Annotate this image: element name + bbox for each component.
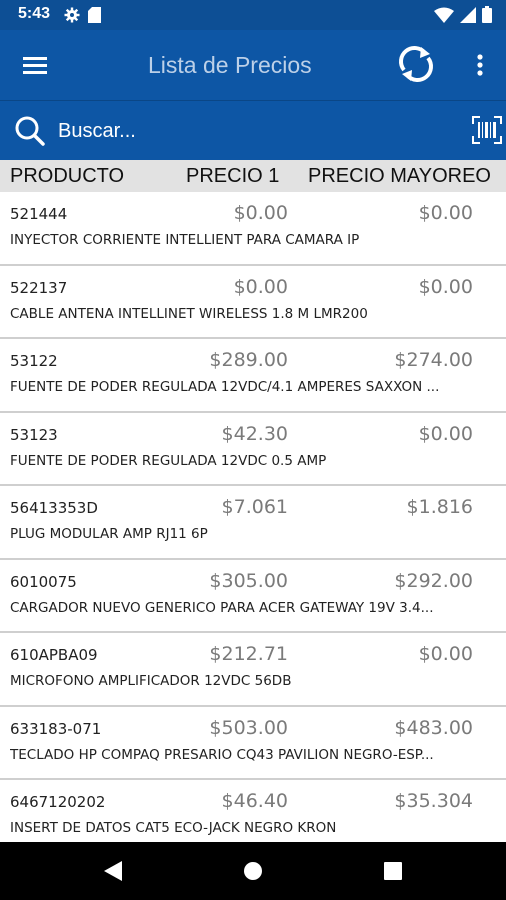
overflow-menu-icon: [477, 54, 483, 76]
search-input[interactable]: [58, 115, 448, 147]
product-code: 56413353D: [10, 499, 98, 517]
sync-button[interactable]: [396, 44, 436, 84]
product-list[interactable]: 521444 $0.00 $0.00 INYECTOR CORRIENTE IN…: [0, 192, 506, 842]
product-description: FUENTE DE PODER REGULADA 12VDC/4.1 AMPER…: [10, 379, 440, 395]
product-description: CARGADOR NUEVO GENERICO PARA ACER GATEWA…: [10, 599, 434, 616]
search-icon: [15, 116, 45, 146]
price1-value: $289.00: [209, 349, 288, 371]
overflow-menu-button[interactable]: [468, 50, 492, 80]
menu-button[interactable]: [20, 50, 50, 80]
product-row[interactable]: 521444 $0.00 $0.00 INYECTOR CORRIENTE IN…: [0, 192, 506, 266]
product-description: FUENTE DE PODER REGULADA 12VDC 0.5 AMP: [10, 452, 327, 469]
price1-value: $212.71: [209, 643, 288, 665]
wholesale-price-value: $0.00: [418, 275, 473, 298]
price1-value: $42.30: [221, 422, 288, 445]
barcode-scan-button[interactable]: [472, 116, 502, 144]
product-code: 521444: [10, 205, 68, 223]
search-bar: [0, 100, 506, 160]
product-code: 53123: [10, 425, 58, 444]
menu-icon: [23, 57, 47, 74]
system-nav-bar: [0, 842, 506, 900]
sync-icon: [399, 46, 433, 82]
recent-apps-button[interactable]: [380, 858, 406, 884]
price1-value: $0.00: [233, 202, 288, 224]
barcode-scan-icon: [472, 116, 502, 144]
column-header-wholesale: PRECIO MAYOREO: [308, 165, 491, 187]
price1-value: $46.40: [221, 790, 288, 812]
recent-apps-icon: [384, 862, 402, 880]
price1-value: $305.00: [209, 569, 288, 592]
price1-value: $503.00: [209, 716, 288, 739]
wholesale-price-value: $0.00: [418, 643, 473, 665]
product-code: 53122: [10, 352, 58, 370]
back-icon: [104, 861, 122, 881]
wholesale-price-value: $292.00: [394, 569, 473, 592]
product-code: 522137: [10, 278, 68, 297]
product-description: PLUG MODULAR AMP RJ11 6P: [10, 526, 208, 542]
wholesale-price-value: $483.00: [394, 716, 473, 739]
product-code: 6010075: [10, 572, 77, 591]
price1-value: $0.00: [233, 275, 288, 298]
product-row[interactable]: 522137 $0.00 $0.00 CABLE ANTENA INTELLIN…: [0, 266, 506, 339]
home-button[interactable]: [240, 858, 266, 884]
status-bar: 5:43: [0, 0, 506, 30]
app-bar: Lista de Precios: [0, 30, 506, 100]
product-row[interactable]: 610APBA09 $212.71 $0.00 MICROFONO AMPLIF…: [0, 633, 506, 707]
product-row[interactable]: 633183-071 $503.00 $483.00 TECLADO HP CO…: [0, 707, 506, 780]
product-code: 610APBA09: [10, 646, 98, 664]
wifi-icon: [434, 7, 454, 23]
sd-card-icon: [88, 7, 101, 23]
gear-icon: [64, 7, 80, 23]
wholesale-price-value: $35.304: [394, 790, 473, 812]
wholesale-price-value: $0.00: [418, 202, 473, 224]
product-code: 6467120202: [10, 793, 106, 811]
product-description: MICROFONO AMPLIFICADOR 12VDC 56DB: [10, 673, 292, 689]
product-row[interactable]: 6010075 $305.00 $292.00 CARGADOR NUEVO G…: [0, 560, 506, 633]
column-header-price1: PRECIO 1: [186, 165, 280, 187]
product-row[interactable]: 6467120202 $46.40 $35.304 INSERT DE DATO…: [0, 780, 506, 842]
status-left-icons: [64, 7, 101, 23]
price1-value: $7.061: [221, 496, 288, 518]
table-header: PRODUCTO PRECIO 1 PRECIO MAYOREO: [0, 160, 506, 192]
product-description: INSERT DE DATOS CAT5 ECO-JACK NEGRO KRON: [10, 820, 337, 836]
home-icon: [244, 862, 262, 880]
product-row[interactable]: 53122 $289.00 $274.00 FUENTE DE PODER RE…: [0, 339, 506, 413]
battery-icon: [482, 6, 492, 23]
wholesale-price-value: $274.00: [394, 349, 473, 371]
product-row[interactable]: 53123 $42.30 $0.00 FUENTE DE PODER REGUL…: [0, 413, 506, 486]
wholesale-price-value: $0.00: [418, 422, 473, 445]
column-header-product: PRODUCTO: [10, 165, 125, 187]
product-code: 633183-071: [10, 719, 102, 738]
product-row[interactable]: 56413353D $7.061 $1.816 PLUG MODULAR AMP…: [0, 486, 506, 560]
status-right-icons: [434, 6, 492, 23]
product-description: CABLE ANTENA INTELLINET WIRELESS 1.8 M L…: [10, 305, 368, 322]
page-title: Lista de Precios: [148, 52, 312, 78]
product-description: INYECTOR CORRIENTE INTELLIENT PARA CAMAR…: [10, 232, 360, 248]
cell-signal-icon: [460, 6, 476, 23]
product-description: TECLADO HP COMPAQ PRESARIO CQ43 PAVILION…: [10, 746, 434, 763]
wholesale-price-value: $1.816: [406, 496, 473, 518]
status-time: 5:43: [18, 5, 51, 22]
back-button[interactable]: [100, 858, 126, 884]
